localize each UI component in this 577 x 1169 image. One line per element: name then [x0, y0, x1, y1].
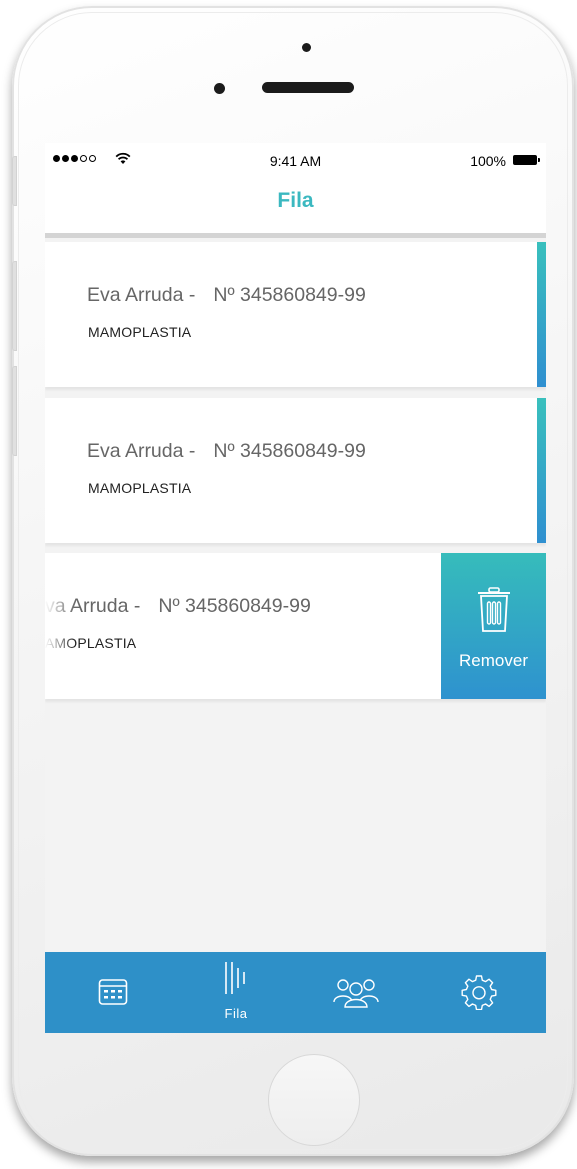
patient-number: Nº 345860849-99 — [213, 440, 366, 462]
tab-users[interactable] — [307, 952, 407, 1033]
procedure-label: MAMOPLASTIA — [88, 324, 192, 340]
volume-down-button — [12, 366, 17, 456]
patient-name: Eva Arruda - — [87, 284, 196, 306]
patient-number: Nº 345860849-99 — [158, 595, 311, 617]
procedure-label: MAMOPLASTIA — [88, 480, 192, 496]
battery-icon — [513, 155, 540, 165]
gear-icon — [461, 975, 497, 1010]
patient-line: Eva Arruda - Nº 345860849-99 — [87, 440, 366, 463]
tab-bar: Fila — [45, 952, 546, 1033]
queue-bars-icon — [225, 962, 245, 994]
calendar-icon — [98, 979, 128, 1005]
patient-name: Eva Arruda - — [87, 440, 196, 462]
navigation-bar: Fila — [45, 175, 546, 238]
front-camera — [302, 43, 311, 52]
battery-percent: 100% — [470, 153, 506, 169]
remove-button[interactable]: Remover — [441, 553, 546, 699]
queue-item[interactable]: Eva Arruda - Nº 345860849-99 MAMOPLASTIA — [45, 398, 546, 543]
queue-item[interactable]: Eva Arruda - Nº 345860849-99 MAMOPLASTIA — [45, 242, 546, 387]
swipe-fade — [45, 553, 75, 699]
cell-accent-stripe — [537, 242, 546, 387]
volume-up-button — [12, 261, 17, 351]
status-bar: 9:41 AM 100% — [45, 143, 546, 175]
users-group-icon — [333, 979, 379, 1008]
home-button[interactable] — [268, 1054, 360, 1146]
patient-line: Eva Arruda -Nº 345860849-99 — [45, 595, 311, 618]
tab-fila[interactable]: Fila — [186, 952, 286, 1033]
cell-accent-stripe — [537, 398, 546, 543]
tab-calendar[interactable] — [65, 952, 165, 1033]
page-title: Fila — [277, 189, 314, 212]
patient-number: Nº 345860849-99 — [213, 284, 366, 306]
proximity-sensor — [214, 83, 225, 94]
app-screen: 9:41 AM 100% Fila Eva Arruda - Nº 3458608… — [45, 143, 546, 1033]
queue-item-swiped[interactable]: Eva Arruda -Nº 345860849-99 MAMOPLASTIA … — [45, 553, 546, 699]
swiped-content: Eva Arruda -Nº 345860849-99 MAMOPLASTIA — [45, 553, 446, 699]
tab-label: Fila — [224, 1006, 248, 1021]
trash-icon — [478, 587, 510, 632]
tab-settings[interactable] — [428, 952, 528, 1033]
patient-line: Eva Arruda - Nº 345860849-99 — [87, 284, 366, 307]
mute-switch — [12, 156, 17, 206]
remove-label: Remover — [459, 651, 528, 670]
earpiece-speaker — [262, 82, 354, 93]
